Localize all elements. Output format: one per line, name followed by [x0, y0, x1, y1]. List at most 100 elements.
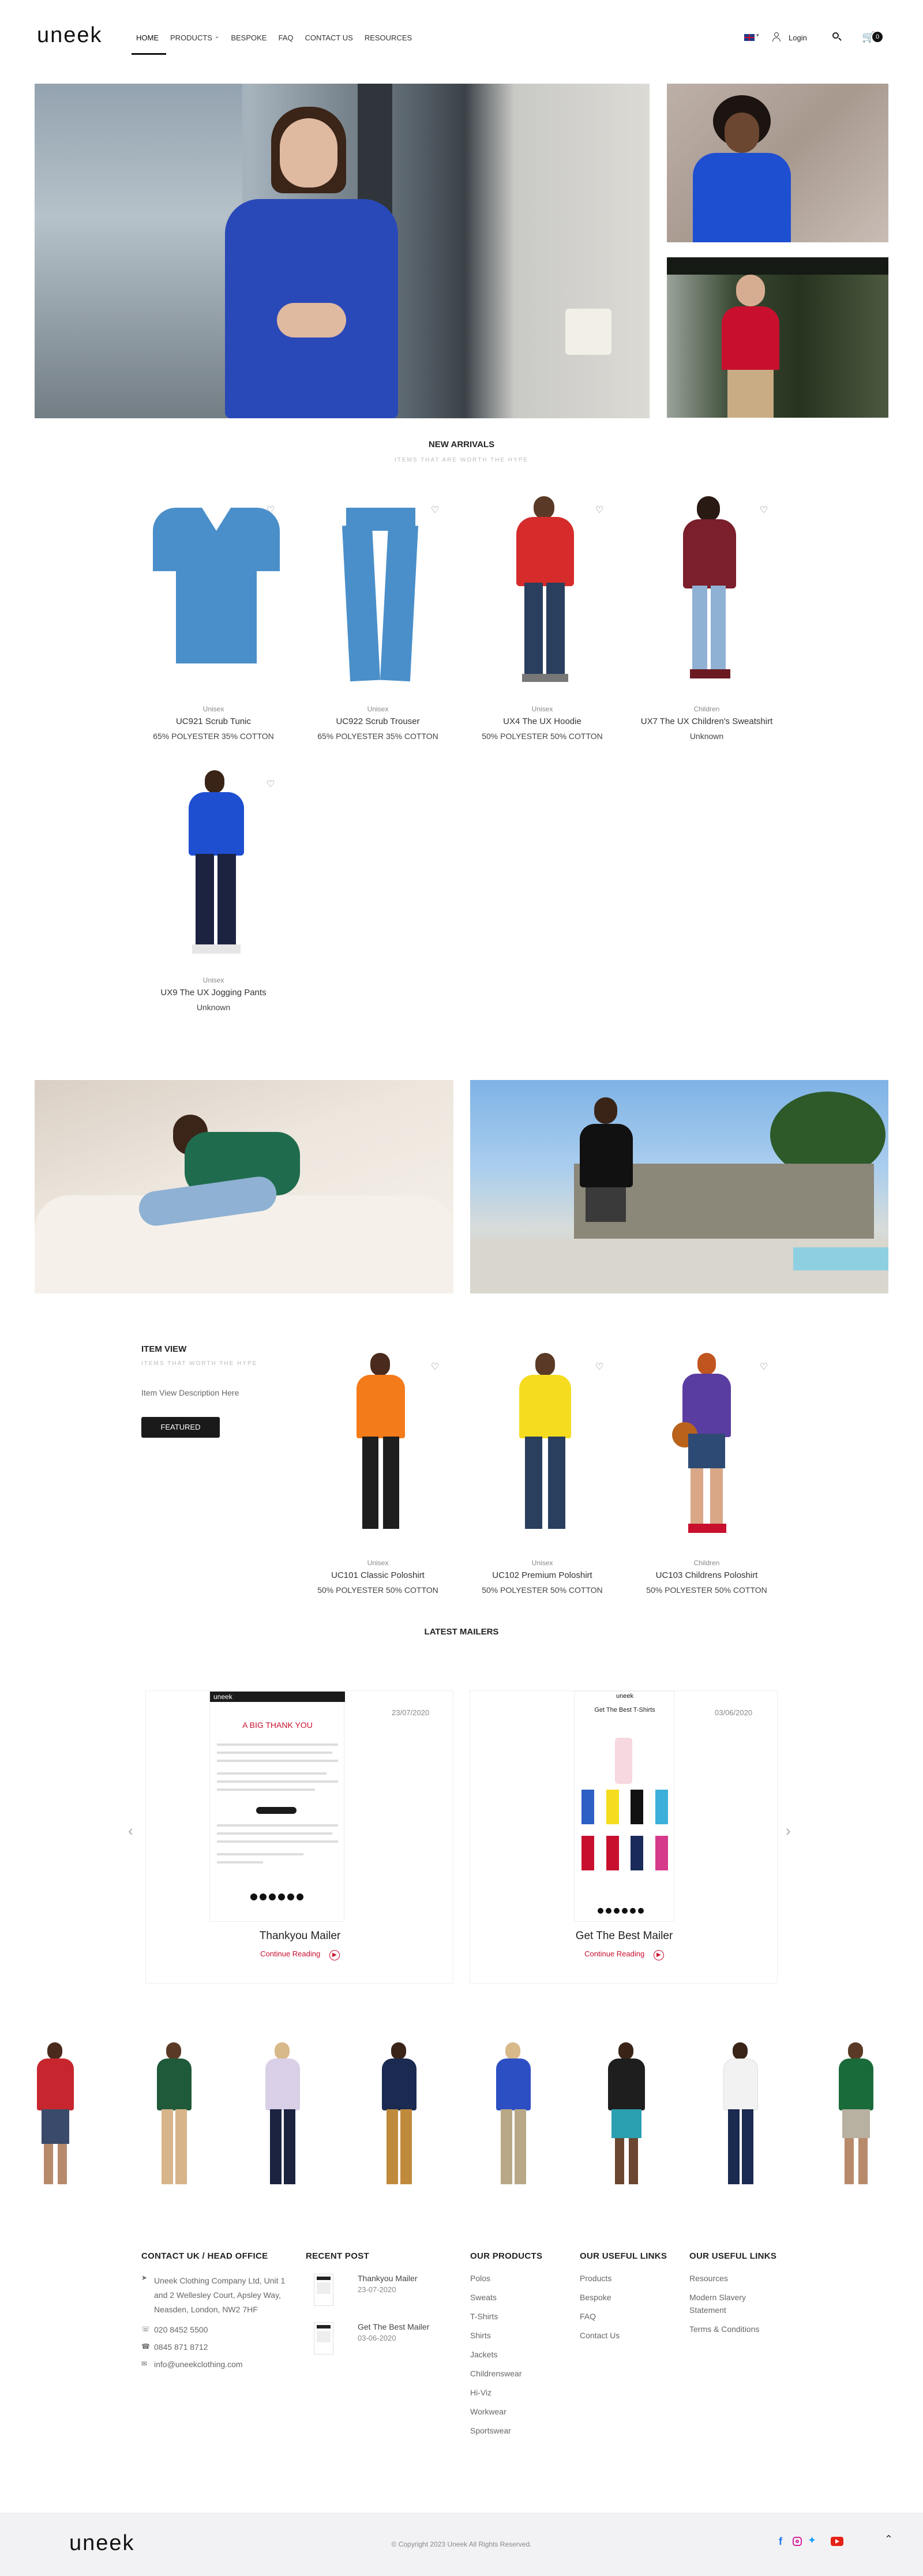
footer-link-sweats[interactable]: Sweats — [470, 2293, 562, 2302]
model-image[interactable] — [376, 2042, 422, 2187]
wishlist-heart-icon[interactable]: ♡ — [265, 779, 276, 790]
product-card[interactable]: ♡ Unisex UX9 The UX Jogging Pants Unknow… — [133, 770, 294, 1018]
wishlist-heart-icon[interactable]: ♡ — [430, 1362, 440, 1373]
product-card[interactable]: ♡ Unisex UX4 The UX Hoodie 50% POLYESTER… — [462, 496, 623, 744]
product-material: 50% POLYESTER 50% COTTON — [482, 1585, 603, 1595]
hero-side-image-top[interactable] — [667, 84, 888, 242]
cart-icon[interactable]: 🛒 — [862, 32, 875, 42]
model-image[interactable] — [718, 2042, 764, 2187]
model-image[interactable] — [490, 2042, 536, 2187]
footer-link-polos[interactable]: Polos — [470, 2274, 562, 2283]
recent-post-title[interactable]: Get The Best Mailer — [358, 2322, 429, 2331]
product-card[interactable]: ♡ Unisex UC102 Premium Poloshirt 50% POL… — [462, 1353, 623, 1601]
wishlist-heart-icon[interactable]: ♡ — [759, 1362, 769, 1373]
product-image[interactable] — [511, 496, 580, 687]
nav-bespoke[interactable]: BESPOKE — [231, 33, 267, 42]
footer-link-workwear[interactable]: Workwear — [470, 2407, 562, 2416]
mailer-title[interactable]: Get The Best Mailer — [470, 1930, 778, 1943]
product-name[interactable]: UC922 Scrub Trouser — [297, 717, 459, 726]
carousel-next-arrow-icon[interactable]: › — [786, 1822, 791, 1840]
continue-reading-link[interactable]: Continue Reading ▶ — [146, 1949, 454, 1960]
footer-link-sportswear[interactable]: Sportswear — [470, 2426, 562, 2435]
wishlist-heart-icon[interactable]: ♡ — [594, 505, 605, 516]
banner-right-image[interactable] — [470, 1080, 888, 1293]
mailer-title[interactable]: Thankyou Mailer — [146, 1930, 454, 1943]
product-name[interactable]: UC102 Premium Poloshirt — [462, 1570, 623, 1580]
nav-contact[interactable]: CONTACT US — [305, 33, 353, 42]
model-image[interactable] — [151, 2042, 197, 2187]
product-name[interactable]: UX7 The UX Children's Sweatshirt — [626, 717, 787, 726]
featured-button[interactable]: FEATURED — [141, 1417, 220, 1438]
footer-link-hiviz[interactable]: Hi-Viz — [470, 2388, 562, 2397]
model-image[interactable] — [32, 2042, 78, 2187]
continue-reading-label: Continue Reading — [584, 1949, 645, 1958]
footer-link-terms[interactable]: Terms & Conditions — [689, 2324, 787, 2334]
login-link[interactable]: Login — [789, 33, 807, 42]
footer-link-faq[interactable]: FAQ — [580, 2312, 678, 2321]
footer-link-modern-slavery[interactable]: Modern Slavery Statement — [689, 2291, 764, 2316]
model-image[interactable] — [833, 2042, 879, 2187]
recent-post[interactable]: Thankyou Mailer 23-07-2020 — [306, 2274, 450, 2314]
product-image[interactable] — [342, 508, 419, 682]
product-image[interactable] — [513, 1353, 577, 1538]
product-name[interactable]: UC103 Childrens Poloshirt — [626, 1570, 787, 1580]
footer-link-contact-us[interactable]: Contact Us — [580, 2331, 678, 2340]
product-name[interactable]: UC101 Classic Poloshirt — [297, 1570, 459, 1580]
product-card[interactable]: ♡ Unisex UC922 Scrub Trouser 65% POLYEST… — [297, 496, 459, 744]
product-image[interactable] — [352, 1353, 410, 1538]
model-image[interactable] — [603, 2042, 650, 2187]
footer-contact-title: CONTACT UK / HEAD OFFICE — [141, 2251, 268, 2261]
banner-left-image[interactable] — [35, 1080, 453, 1293]
search-icon[interactable] — [832, 32, 842, 42]
product-card[interactable]: ♡ Unisex UC101 Classic Poloshirt 50% POL… — [297, 1353, 459, 1601]
footer-link-bespoke[interactable]: Bespoke — [580, 2293, 678, 2302]
mailer-card[interactable]: uneek A BIG THANK YOU 23/07/2020 Thankyo… — [145, 1690, 453, 1983]
product-name[interactable]: UC921 Scrub Tunic — [133, 717, 294, 726]
hero-side-image-bottom[interactable] — [667, 257, 888, 418]
recent-post-title[interactable]: Thankyou Mailer — [358, 2274, 418, 2283]
footer-link-products[interactable]: Products — [580, 2274, 678, 2283]
recent-post-thumb[interactable] — [314, 2322, 333, 2354]
instagram-icon[interactable] — [793, 2537, 802, 2546]
recent-post-thumb[interactable] — [314, 2274, 333, 2306]
model-image[interactable] — [260, 2042, 306, 2187]
carousel-prev-arrow-icon[interactable]: ‹ — [128, 1822, 133, 1840]
product-card[interactable]: ♡ Children UX7 The UX Children's Sweatsh… — [626, 496, 787, 744]
facebook-icon[interactable]: f — [779, 2536, 782, 2548]
footer-link-shirts[interactable]: Shirts — [470, 2331, 562, 2340]
wishlist-heart-icon[interactable]: ♡ — [430, 505, 440, 516]
product-image[interactable] — [147, 508, 286, 675]
back-to-top-icon[interactable]: ⌃ — [884, 2533, 893, 2545]
product-card[interactable]: ♡ Children UC103 Childrens Poloshirt 50%… — [626, 1353, 787, 1601]
product-image[interactable] — [672, 1353, 741, 1538]
nav-products[interactable]: PRODUCTS ⌄ — [170, 33, 219, 42]
footer-phone-2[interactable]: 0845 871 8712 — [154, 2342, 291, 2352]
youtube-icon[interactable] — [831, 2537, 843, 2546]
wishlist-heart-icon[interactable]: ♡ — [594, 1362, 605, 1373]
footer-phone-1[interactable]: 020 8452 5500 — [154, 2325, 291, 2334]
footer-link-childrenswear[interactable]: Childrenswear — [470, 2369, 562, 2378]
uk-flag-icon[interactable] — [744, 34, 755, 41]
product-image[interactable] — [675, 496, 744, 687]
wishlist-heart-icon[interactable]: ♡ — [759, 505, 769, 516]
nav-faq[interactable]: FAQ — [278, 33, 293, 42]
product-name[interactable]: UX9 The UX Jogging Pants — [133, 988, 294, 998]
twitter-icon[interactable]: ✦ — [808, 2534, 816, 2547]
nav-resources[interactable]: RESOURCES — [365, 33, 412, 42]
footer-email[interactable]: info@uneekclothing.com — [154, 2360, 291, 2369]
hero-main-image[interactable] — [35, 84, 650, 418]
product-card[interactable]: ♡ Unisex UC921 Scrub Tunic 65% POLYESTER… — [133, 496, 294, 744]
footer-link-jackets[interactable]: Jackets — [470, 2350, 562, 2359]
continue-reading-link[interactable]: Continue Reading ▶ — [470, 1949, 778, 1960]
recent-post[interactable]: Get The Best Mailer 03-06-2020 — [306, 2322, 450, 2363]
product-name[interactable]: UX4 The UX Hoodie — [462, 717, 623, 726]
mailer-thumbnail[interactable]: uneek Get The Best T-Shirts — [574, 1691, 674, 1922]
footer-link-resources[interactable]: Resources — [689, 2274, 787, 2283]
mailer-thumbnail[interactable]: uneek A BIG THANK YOU — [209, 1691, 345, 1922]
site-logo[interactable]: uneek — [37, 23, 103, 48]
footer-link-tshirts[interactable]: T-Shirts — [470, 2312, 562, 2321]
user-icon[interactable] — [772, 32, 781, 42]
mailer-card[interactable]: uneek Get The Best T-Shirts 03/06/2020 G… — [470, 1690, 778, 1983]
product-image[interactable] — [182, 770, 251, 961]
nav-home[interactable]: HOME — [136, 33, 159, 42]
